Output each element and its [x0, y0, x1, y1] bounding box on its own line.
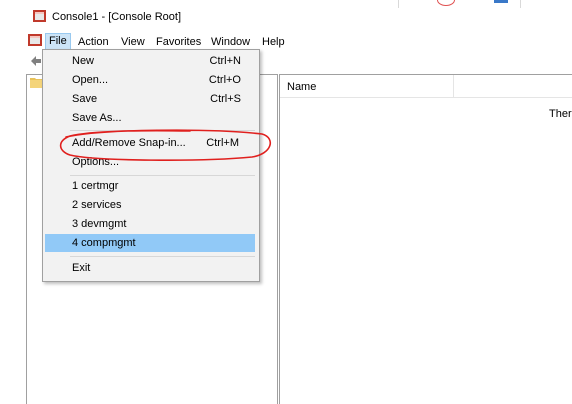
menu-item-recent-2[interactable]: 2 services: [45, 196, 255, 214]
menu-help[interactable]: Help: [259, 34, 288, 50]
menu-item-exit[interactable]: Exit: [45, 259, 255, 277]
column-header-name[interactable]: Name: [287, 81, 316, 93]
column-separator[interactable]: [453, 75, 454, 97]
menu-item-save[interactable]: Save Ctrl+S: [45, 90, 255, 108]
details-pane[interactable]: [279, 74, 572, 404]
menu-item-shortcut: Ctrl+N: [209, 55, 241, 67]
menu-window[interactable]: Window: [208, 34, 253, 50]
window-title: Console1 - [Console Root]: [52, 11, 182, 23]
menu-item-label: Open...: [72, 74, 109, 86]
background-decoration: [494, 0, 508, 3]
menu-item-open[interactable]: Open... Ctrl+O: [45, 71, 255, 89]
menu-item-label: Options...: [72, 156, 120, 168]
menu-favorites[interactable]: Favorites: [153, 34, 204, 50]
menu-item-label: Exit: [72, 262, 91, 274]
menu-item-label: 3 devmgmt: [72, 218, 127, 230]
back-arrow-icon[interactable]: [30, 55, 42, 67]
menu-item-recent-4[interactable]: 4 compmgmt: [45, 234, 255, 252]
titlebar-divider: [520, 0, 521, 8]
menu-action[interactable]: Action: [75, 34, 112, 50]
mmc-console-icon[interactable]: [28, 33, 42, 47]
menu-item-label: Save: [72, 93, 98, 105]
menu-item-options[interactable]: Options...: [45, 153, 255, 171]
menu-separator: [70, 175, 255, 176]
menu-item-label: New: [72, 55, 95, 67]
menu-item-add-remove-snap-in[interactable]: Add/Remove Snap-in... Ctrl+M: [45, 134, 255, 152]
titlebar-divider: [398, 0, 399, 8]
menu-item-recent-1[interactable]: 1 certmgr: [45, 177, 255, 195]
menu-item-label: 2 services: [72, 199, 122, 211]
column-header-row: [280, 75, 572, 98]
menu-item-save-as[interactable]: Save As...: [45, 109, 255, 127]
empty-list-message: There: [549, 108, 572, 120]
menu-item-label: Save As...: [72, 112, 122, 124]
mmc-console-icon: [33, 10, 46, 22]
menu-item-new[interactable]: New Ctrl+N: [45, 52, 255, 70]
menu-separator: [70, 130, 255, 131]
menu-item-label: 1 certmgr: [72, 180, 119, 192]
menu-item-label: Add/Remove Snap-in...: [72, 137, 186, 149]
menu-separator: [70, 256, 255, 257]
menu-item-recent-3[interactable]: 3 devmgmt: [45, 215, 255, 233]
menu-item-shortcut: Ctrl+M: [206, 137, 239, 149]
menu-item-label: 4 compmgmt: [72, 237, 136, 249]
menu-file[interactable]: File: [45, 33, 71, 50]
menu-item-shortcut: Ctrl+O: [208, 74, 241, 86]
menu-view[interactable]: View: [118, 34, 148, 50]
menu-item-shortcut: Ctrl+S: [210, 93, 241, 105]
